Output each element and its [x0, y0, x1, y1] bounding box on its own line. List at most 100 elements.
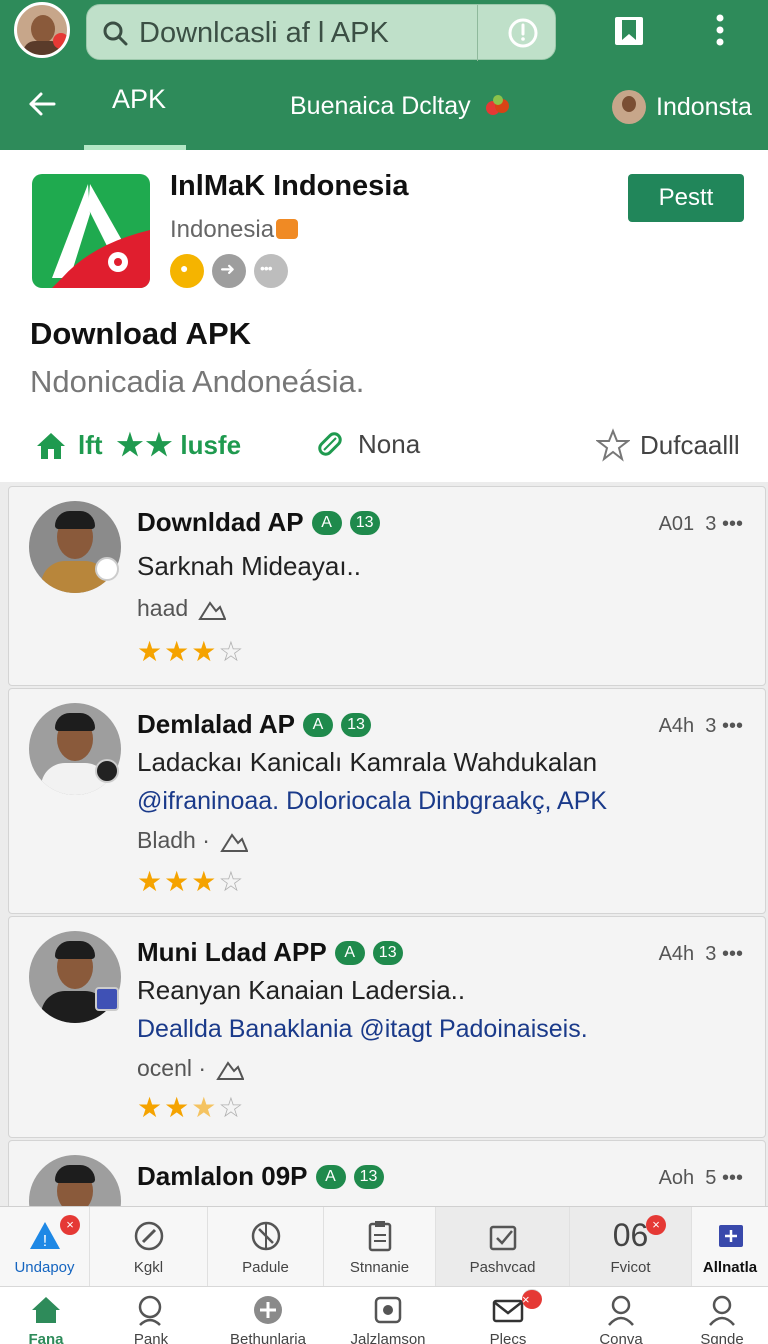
profile-icon: [709, 1295, 735, 1326]
search-query[interactable]: Downlcasli af l APK: [139, 17, 389, 50]
review-time[interactable]: Aoh 5 •••: [659, 1167, 743, 1190]
nav1-label: Allnatla: [702, 1259, 758, 1276]
back-arrow-icon[interactable]: [26, 88, 58, 120]
review-time-text: A4h: [658, 715, 695, 737]
review-card[interactable]: Muni Ldad APP A 13 A4h 3 ••• Reanyan Kanai…: [8, 916, 766, 1138]
nav-contacts[interactable]: Conva: [566, 1287, 676, 1344]
stat-home-label: lft: [78, 430, 103, 460]
nav1-label: Pashvcad: [469, 1259, 536, 1276]
nav-search[interactable]: Pank: [92, 1287, 210, 1344]
home-icon: [32, 1297, 60, 1323]
more-options-icon[interactable]: [708, 12, 732, 48]
review-card[interactable]: Damlalon 09P A 13 Aoh 5 •••: [8, 1140, 766, 1206]
star-rating: ★★★☆: [137, 865, 245, 898]
nav-add[interactable]: Bethunlaria: [210, 1287, 326, 1344]
app-stats-row: lft ★★ lusfe Nona Dufcaalll: [0, 426, 768, 470]
share-icon[interactable]: [212, 254, 246, 288]
nav1-label: Undapoy: [14, 1259, 75, 1276]
nav1-item[interactable]: Kgkl: [90, 1207, 208, 1287]
review-link-text[interactable]: @ifraninoaa. Doloriocala Dinbgraakç, APK: [137, 787, 607, 816]
review-count: 3: [705, 943, 717, 965]
install-button[interactable]: Pestt: [628, 174, 744, 222]
search-icon: [138, 1295, 162, 1326]
avatar-hair: [55, 511, 95, 529]
search-bar[interactable]: Downlcasli af l APK: [86, 4, 556, 61]
review-time[interactable]: A01 3 •••: [659, 513, 743, 536]
nav-profile[interactable]: Sgnde: [676, 1287, 768, 1344]
nav1-item[interactable]: Pashvcad: [436, 1207, 570, 1287]
chat-icon[interactable]: [170, 254, 204, 288]
avatar-hair: [55, 1165, 95, 1183]
review-title-text: Demlalad AP: [137, 709, 295, 739]
more-icon[interactable]: •••: [722, 943, 743, 965]
clipboard-icon: [368, 1221, 391, 1252]
stat-category[interactable]: Nona: [314, 428, 420, 460]
nav-home[interactable]: Fana: [0, 1287, 92, 1344]
tab-region[interactable]: Indonsta: [612, 90, 752, 124]
review-card[interactable]: Demlalad AP A 13 A4h 3 ••• Ladackaı Kanica…: [8, 688, 766, 914]
app-meta-icons: [170, 254, 288, 288]
avatar-face: [31, 15, 55, 43]
nav2-label: Bethunlaria: [230, 1331, 306, 1344]
more-icon[interactable]: [254, 254, 288, 288]
tag-pill: 13: [340, 712, 371, 737]
plus-box-icon: [719, 1225, 743, 1247]
app-country: Indonesia: [170, 216, 299, 244]
more-icon[interactable]: •••: [722, 1167, 743, 1189]
review-link-text[interactable]: Deallda Banaklania @itagt Padoinaiseis.: [137, 1015, 588, 1044]
nav1-item[interactable]: Stnnanie: [324, 1207, 436, 1287]
nav-badge: ×: [522, 1289, 542, 1309]
review-text: Reanyan Kanaian Ladersia..: [137, 975, 466, 1005]
review-time-text: Aoh: [658, 1167, 695, 1189]
review-time-text: A4h: [658, 943, 695, 965]
verified-badge-icon: [95, 557, 119, 581]
stat-download[interactable]: Dufcaalll: [596, 428, 740, 462]
nav1-item[interactable]: 06 × Fvicot: [570, 1207, 692, 1287]
stat-nona-label: Nona: [358, 428, 421, 459]
avatar-hair: [55, 941, 95, 959]
mountain-icon: [198, 600, 227, 620]
star-rating: ★★★☆: [137, 635, 245, 668]
gallery-icon: [374, 1296, 402, 1324]
app-logo-icon[interactable]: [32, 174, 150, 288]
review-time[interactable]: A4h 3 •••: [659, 943, 743, 966]
user-avatar[interactable]: [14, 2, 70, 58]
history-icon[interactable]: [507, 17, 539, 49]
review-meta: Bladh ·: [137, 827, 248, 854]
more-icon[interactable]: •••: [722, 513, 743, 535]
mail-icon: [492, 1299, 524, 1323]
review-title: Damlalon 09P A 13: [137, 1161, 384, 1192]
nav1-item[interactable]: ! × Undapoy: [0, 1207, 90, 1287]
nav1-count: 06: [612, 1217, 649, 1253]
star-empty-icon: ☆: [218, 636, 246, 667]
verified-badge-icon: [95, 759, 119, 783]
tag-pill: A: [302, 712, 333, 737]
nav1-item[interactable]: Padule: [208, 1207, 324, 1287]
more-icon[interactable]: •••: [722, 715, 743, 737]
user-icon: [608, 1295, 634, 1326]
tab-middle[interactable]: Buenaica Dcltay: [290, 92, 510, 121]
nav1-item[interactable]: Allnatla: [692, 1207, 768, 1287]
tab-apk[interactable]: APK: [84, 84, 194, 150]
star-half-icon: ★: [191, 1092, 219, 1123]
search-icon: [103, 21, 128, 46]
app-badge-icon: [95, 987, 119, 1011]
nav-mail[interactable]: × Plecs: [450, 1287, 566, 1344]
nav1-label: Fvicot: [610, 1259, 651, 1276]
svg-text:!: !: [42, 1233, 46, 1250]
review-card[interactable]: Downldad AP A 13 A01 3 ••• Sarknah Mideaya…: [8, 486, 766, 686]
review-count: 3: [705, 513, 717, 535]
tab-middle-label: Buenaica Dcltay: [290, 92, 471, 120]
review-title: Downldad AP A 13: [137, 507, 380, 538]
review-time[interactable]: A4h 3 •••: [659, 715, 743, 738]
home-icon: [37, 432, 65, 459]
star-empty-icon: ☆: [218, 866, 246, 897]
nav1-label: Kgkl: [133, 1259, 164, 1276]
bookmark-icon[interactable]: [612, 14, 646, 48]
nav-gallery[interactable]: Jalzlamson: [326, 1287, 450, 1344]
notification-dot: [53, 33, 67, 49]
reviewer-avatar[interactable]: [29, 1155, 121, 1206]
secondary-nav: ! × Undapoy Kgkl Padule Stnnanie Pashvca…: [0, 1206, 768, 1287]
flag-icon: [276, 219, 299, 239]
stat-home[interactable]: lft ★★ lusfe: [34, 428, 241, 463]
